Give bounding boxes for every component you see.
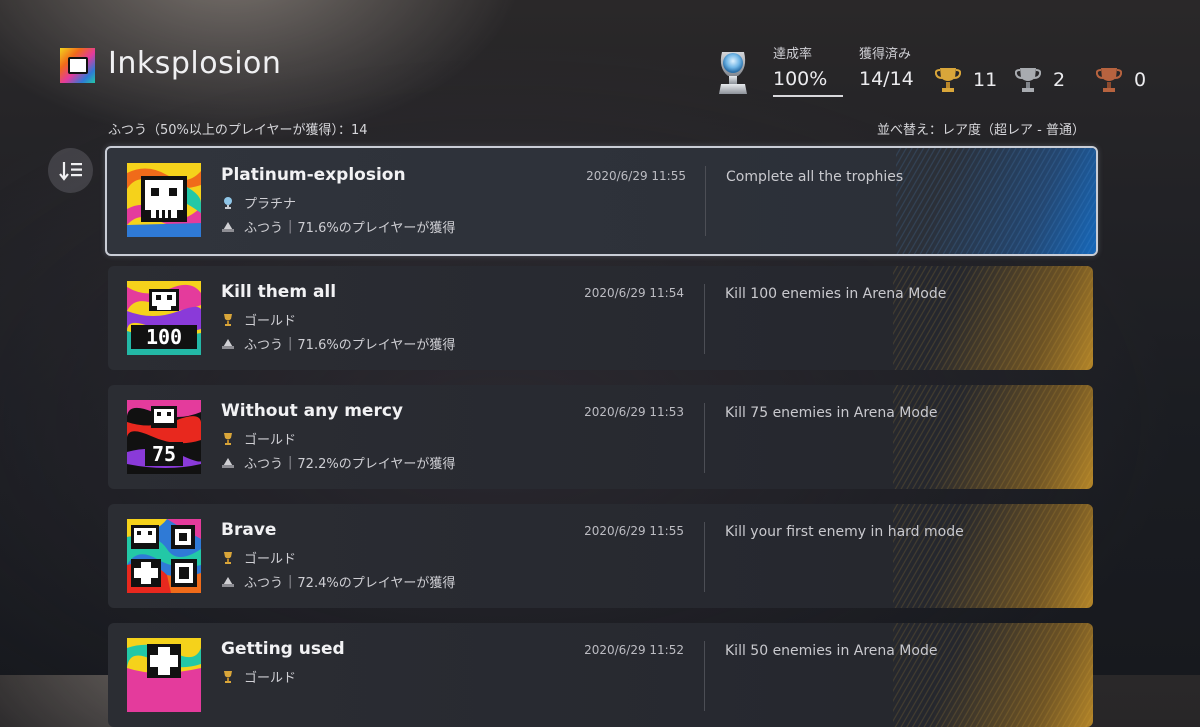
rarity-level: ふつう xyxy=(244,576,284,591)
trophy-thumbnail xyxy=(127,638,201,712)
gold-count: 11 xyxy=(973,69,998,91)
rarity-level: ふつう xyxy=(244,221,284,236)
earned-label: 獲得済み xyxy=(859,47,912,62)
trophy-grade: ゴールド xyxy=(221,310,296,329)
thumbnail-number: 100 xyxy=(146,325,182,349)
row-accent xyxy=(893,623,1093,727)
gold-trophy-icon xyxy=(224,432,232,445)
sort-icon xyxy=(58,161,82,181)
trophy-rarity: ふつう | 71.6%のプレイヤーが獲得 xyxy=(221,217,455,236)
rarity-icon xyxy=(222,338,234,349)
rarity-separator: | xyxy=(288,219,293,234)
row-accent xyxy=(893,385,1093,489)
trophy-title: Without any mercy xyxy=(221,401,403,421)
trophy-grade: ゴールド xyxy=(221,667,296,686)
trophy-title: Kill them all xyxy=(221,282,337,302)
trophy-row[interactable]: Platinum-explosion プラチナ ふつう | 71.6%のプレイヤ… xyxy=(105,146,1098,256)
trophy-description: Kill your first enemy in hard mode xyxy=(725,524,964,540)
sort-label[interactable]: 並べ替え：レア度（超レア - 普通） xyxy=(877,119,1085,138)
sort-button[interactable] xyxy=(48,148,93,193)
bronze-trophy-count: 0 xyxy=(1096,66,1146,94)
trophy-date: 2020/6/29 11:55 xyxy=(584,524,684,538)
trophy-thumbnail: 100 xyxy=(127,281,201,355)
progress-label: 達成率 xyxy=(773,47,813,62)
row-divider xyxy=(704,403,705,473)
silver-count: 2 xyxy=(1053,69,1066,91)
trophy-title: Brave xyxy=(221,520,277,540)
trophy-grade: プラチナ xyxy=(221,193,296,212)
gold-trophy-icon xyxy=(224,670,232,683)
trophy-grade: ゴールド xyxy=(221,429,296,448)
rarity-level: ふつう xyxy=(244,457,284,472)
trophy-row[interactable]: Getting used ゴールド 2020/6/29 11:52 Kill 5… xyxy=(108,623,1093,727)
rarity-icon xyxy=(222,221,234,232)
trophy-rarity: ふつう | 72.4%のプレイヤーが獲得 xyxy=(221,572,455,591)
progress-bar xyxy=(773,95,843,97)
row-divider xyxy=(704,641,705,711)
row-divider xyxy=(704,284,705,354)
trophy-date: 2020/6/29 11:54 xyxy=(584,286,684,300)
trophy-thumbnail xyxy=(127,519,201,593)
trophy-thumbnail: 75 xyxy=(127,400,201,474)
trophy-thumbnail xyxy=(127,163,201,237)
trophy-title: Platinum-explosion xyxy=(221,165,406,185)
header: Inksplosion 達成率 100% 獲得済み 14/14 11 2 0 xyxy=(0,0,1200,110)
game-icon xyxy=(60,48,95,83)
group-label: ふつう（50%以上のプレイヤーが獲得）：14 xyxy=(108,123,368,138)
trophy-grade-label: プラチナ xyxy=(244,197,297,212)
trophy-row[interactable]: 75 Without any mercy ゴールド ふつう | 72.2%のプレ… xyxy=(108,385,1093,489)
row-accent xyxy=(893,504,1093,608)
trophy-grade-label: ゴールド xyxy=(244,671,297,686)
trophy-rarity: ふつう | 71.6%のプレイヤーが獲得 xyxy=(221,334,455,353)
row-divider xyxy=(705,166,706,236)
rarity-text: 72.2%のプレイヤーが獲得 xyxy=(297,457,456,472)
platinum-trophy-icon xyxy=(719,52,747,94)
bronze-trophy-icon xyxy=(1096,68,1122,92)
trophy-date: 2020/6/29 11:55 xyxy=(586,169,686,183)
trophy-description: Kill 100 enemies in Arena Mode xyxy=(725,286,947,302)
progress-value: 100% xyxy=(773,68,828,90)
trophy-grade-label: ゴールド xyxy=(244,552,297,567)
trophy-rarity: ふつう | 72.2%のプレイヤーが獲得 xyxy=(221,453,455,472)
skull-icon xyxy=(67,57,88,74)
trophy-date: 2020/6/29 11:53 xyxy=(584,405,684,419)
trophy-grade-label: ゴールド xyxy=(244,314,297,329)
gold-trophy-icon xyxy=(224,313,232,326)
trophy-description: Complete all the trophies xyxy=(726,169,904,185)
rarity-separator: | xyxy=(288,336,293,351)
row-accent xyxy=(896,148,1096,254)
rarity-text: 71.6%のプレイヤーが獲得 xyxy=(297,338,456,353)
gold-trophy-icon xyxy=(224,551,232,564)
rarity-text: 72.4%のプレイヤーが獲得 xyxy=(297,576,456,591)
trophy-description: Kill 75 enemies in Arena Mode xyxy=(725,405,938,421)
gold-trophy-icon xyxy=(935,68,961,92)
gold-trophy-count: 11 xyxy=(935,66,997,94)
trophy-row[interactable]: Brave ゴールド ふつう | 72.4%のプレイヤーが獲得 2020/6/2… xyxy=(108,504,1093,608)
platinum-trophy-icon xyxy=(224,196,232,209)
trophy-grade-label: ゴールド xyxy=(244,433,297,448)
trophy-row[interactable]: 100 Kill them all ゴールド ふつう | 71.6%のプレイヤー… xyxy=(108,266,1093,370)
trophy-description: Kill 50 enemies in Arena Mode xyxy=(725,643,938,659)
trophy-grade: ゴールド xyxy=(221,548,296,567)
bronze-count: 0 xyxy=(1134,69,1147,91)
earned-value: 14/14 xyxy=(859,68,914,90)
trophy-date: 2020/6/29 11:52 xyxy=(584,643,684,657)
rarity-icon xyxy=(222,576,234,587)
row-divider xyxy=(704,522,705,592)
rarity-icon xyxy=(222,457,234,468)
rarity-separator: | xyxy=(288,574,293,589)
thumbnail-number: 75 xyxy=(152,442,176,466)
silver-trophy-count: 2 xyxy=(1015,66,1065,94)
trophy-title: Getting used xyxy=(221,639,345,659)
rarity-level: ふつう xyxy=(244,338,284,353)
rarity-separator: | xyxy=(288,455,293,470)
silver-trophy-icon xyxy=(1015,68,1041,92)
row-accent xyxy=(893,266,1093,370)
rarity-text: 71.6%のプレイヤーが獲得 xyxy=(297,221,456,236)
game-title: Inksplosion xyxy=(108,46,282,81)
